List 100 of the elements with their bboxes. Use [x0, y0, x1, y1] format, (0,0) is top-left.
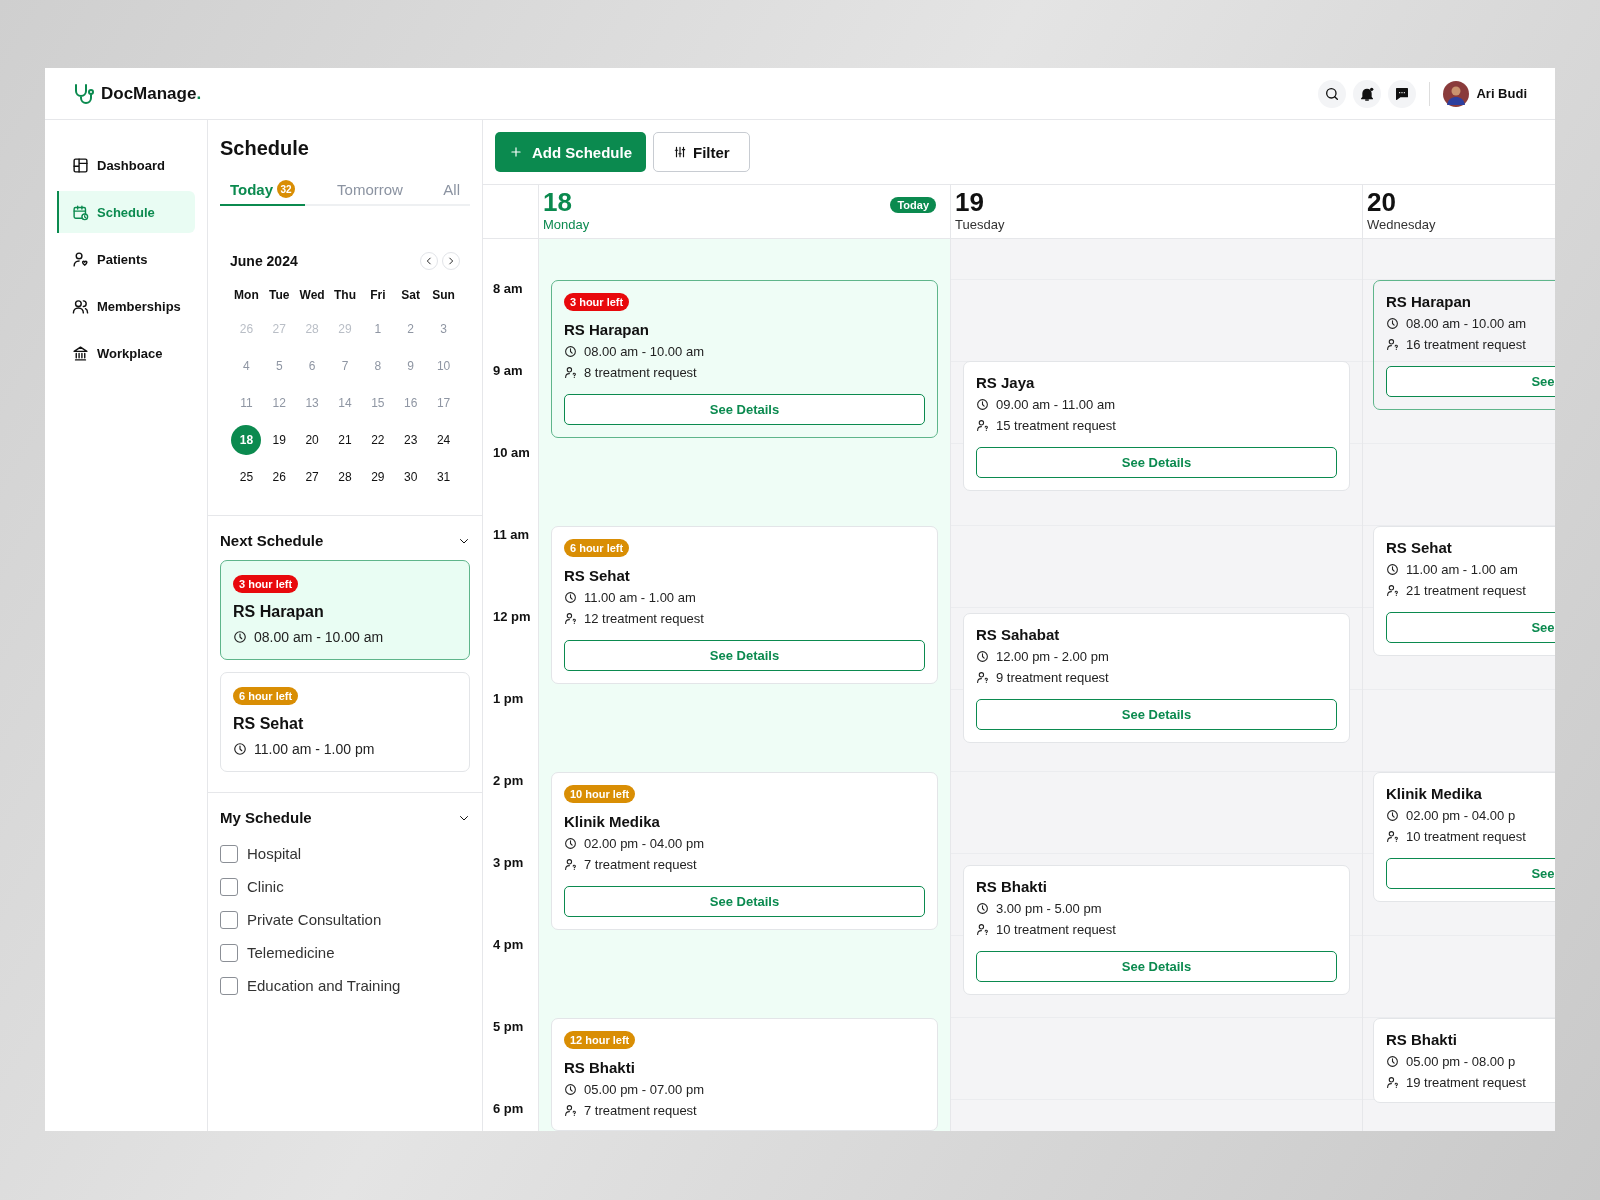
calendar-day[interactable]: 15: [362, 388, 393, 418]
calendar-day[interactable]: 6: [297, 351, 328, 381]
sidebar-item[interactable]: Workplace: [57, 332, 195, 374]
time-range: 11.00 am - 1.00 am: [584, 590, 696, 605]
next-month-button[interactable]: [442, 252, 460, 270]
calendar-day[interactable]: 2: [395, 314, 426, 344]
filter-button[interactable]: Filter: [653, 132, 750, 172]
event-card[interactable]: RS Bhakti 05.00 pm - 08.00 p 19 treatment request: [1373, 1018, 1555, 1103]
previous-month-button[interactable]: [420, 252, 438, 270]
tab[interactable]: Today 32: [220, 174, 306, 206]
person-icon: [976, 419, 989, 432]
clock-icon: [564, 591, 577, 604]
tab[interactable]: All: [433, 174, 470, 206]
calendar-day[interactable]: 3: [428, 314, 459, 344]
calendar-day[interactable]: 1: [362, 314, 393, 344]
calendar-day[interactable]: 11: [231, 388, 262, 418]
messages-button[interactable]: [1388, 79, 1417, 108]
sidebar-item[interactable]: Dashboard: [57, 144, 195, 186]
calendar-day[interactable]: 20: [297, 425, 328, 455]
calendar-day[interactable]: 25: [231, 462, 262, 492]
add-schedule-button[interactable]: Add Schedule: [495, 132, 646, 172]
notification-button[interactable]: [1353, 79, 1382, 108]
schedule-card[interactable]: 6 hour left RS Sehat 11.00 am - 1.00 pm: [220, 672, 470, 772]
checkbox[interactable]: [220, 844, 238, 863]
calendar-day[interactable]: 4: [231, 351, 262, 381]
see-details-button[interactable]: See Details: [976, 951, 1337, 982]
calendar-day[interactable]: 8: [362, 351, 393, 381]
calendar-day[interactable]: 23: [395, 425, 426, 455]
request-count: 10 treatment request: [1406, 829, 1526, 844]
see-details-button[interactable]: See: [1386, 858, 1555, 889]
search-button[interactable]: [1318, 79, 1347, 108]
calendar-day[interactable]: 31: [428, 462, 459, 492]
see-details-button[interactable]: See Details: [564, 640, 925, 671]
event-card[interactable]: RS Jaya 09.00 am - 11.00 am 15 treatment request See Details: [963, 361, 1350, 491]
calendar-day[interactable]: 24: [428, 425, 459, 455]
schedule-card[interactable]: 3 hour left RS Harapan 08.00 am - 10.00 am: [220, 560, 470, 660]
event-card[interactable]: RS Harapan 08.00 am - 10.00 am 16 treatment request See: [1373, 280, 1555, 410]
calendar-day[interactable]: 7: [330, 351, 360, 381]
time-range: 3.00 pm - 5.00 pm: [996, 901, 1102, 916]
time-left-badge: 12 hour left: [564, 1031, 636, 1049]
event-card[interactable]: RS Sahabat 12.00 pm - 2.00 pm 9 treatment request See Details: [963, 613, 1350, 743]
calendar-day[interactable]: 17: [428, 388, 459, 418]
time-range: 05.00 pm - 07.00 pm: [584, 1082, 704, 1097]
time-range: 02.00 pm - 04.00 pm: [584, 836, 704, 851]
request-count: 7 treatment request: [584, 1103, 697, 1118]
see-details-button[interactable]: See Details: [976, 447, 1337, 478]
calendar-day[interactable]: 9: [395, 351, 426, 381]
event-card[interactable]: 10 hour left Klinik Medika 02.00 pm - 04.00 pm 7 treatment request See Details: [551, 772, 938, 930]
clock-icon: [564, 345, 577, 358]
memberships-icon: [72, 297, 89, 315]
app-logo: DocManage.: [101, 83, 202, 104]
checkbox[interactable]: [220, 877, 238, 896]
event-card[interactable]: Klinik Medika 02.00 pm - 04.00 p 10 treatment request See: [1373, 772, 1555, 902]
person-icon: [564, 1104, 577, 1117]
time-label: 5 pm: [493, 1019, 524, 1034]
calendar-day[interactable]: 18: [231, 425, 262, 455]
see-details-button[interactable]: See: [1386, 612, 1555, 643]
calendar-day[interactable]: 16: [395, 388, 426, 418]
tab[interactable]: Tomorrow: [327, 174, 413, 206]
sidebar-item[interactable]: Schedule: [57, 191, 195, 233]
see-details-button[interactable]: See Details: [564, 394, 925, 425]
event-card[interactable]: 3 hour left RS Harapan 08.00 am - 10.00 am 8 treatment request See Details: [551, 280, 938, 438]
calendar-day[interactable]: 13: [297, 388, 328, 418]
event-card[interactable]: 6 hour left RS Sehat 11.00 am - 1.00 am 12 treatment request See Details: [551, 526, 938, 684]
event-card[interactable]: 12 hour left RS Bhakti 05.00 pm - 07.00 pm 7 treatment request: [551, 1018, 938, 1131]
sidebar-item[interactable]: Memberships: [57, 285, 195, 327]
avatar-icon[interactable]: [1443, 80, 1470, 107]
calendar-day[interactable]: 12: [264, 388, 295, 418]
weekday-name: Tuesday: [955, 217, 1005, 232]
see-details-button[interactable]: See: [1386, 366, 1555, 397]
calendar-day[interactable]: 21: [330, 425, 360, 455]
see-details-button[interactable]: See Details: [976, 699, 1337, 730]
sidebar-item[interactable]: Patients: [57, 238, 195, 280]
checkbox[interactable]: [220, 910, 238, 929]
event-card[interactable]: RS Sehat 11.00 am - 1.00 am 21 treatment request See: [1373, 526, 1555, 656]
calendar-day[interactable]: 26: [264, 462, 295, 492]
calendar-day[interactable]: 30: [395, 462, 426, 492]
plus-icon: [509, 145, 523, 159]
calendar-day[interactable]: 22: [362, 425, 393, 455]
time-label: 12 pm: [493, 609, 531, 624]
event-card[interactable]: RS Bhakti 3.00 pm - 5.00 pm 10 treatment request See Details: [963, 865, 1350, 995]
see-details-button[interactable]: See Details: [564, 886, 925, 917]
checkbox[interactable]: [220, 976, 238, 995]
calendar-day[interactable]: 14: [330, 388, 360, 418]
calendar-day[interactable]: 27: [297, 462, 328, 492]
weekday-label: Thu: [333, 288, 357, 304]
calendar-day[interactable]: 28: [330, 462, 360, 492]
calendar-day[interactable]: 29: [362, 462, 393, 492]
calendar-day[interactable]: 10: [428, 351, 459, 381]
clock-icon: [233, 742, 247, 756]
time-label: 4 pm: [493, 937, 524, 952]
calendar-day[interactable]: 5: [264, 351, 295, 381]
calendar-day[interactable]: 19: [264, 425, 295, 455]
clock-icon: [564, 1083, 577, 1096]
person-icon: [1386, 830, 1399, 843]
chevron-right-icon: [446, 256, 456, 266]
section-title: Next Schedule: [220, 532, 324, 549]
time-label: 8 am: [493, 281, 523, 296]
checkbox[interactable]: [220, 943, 238, 962]
patients-icon: [72, 250, 89, 268]
